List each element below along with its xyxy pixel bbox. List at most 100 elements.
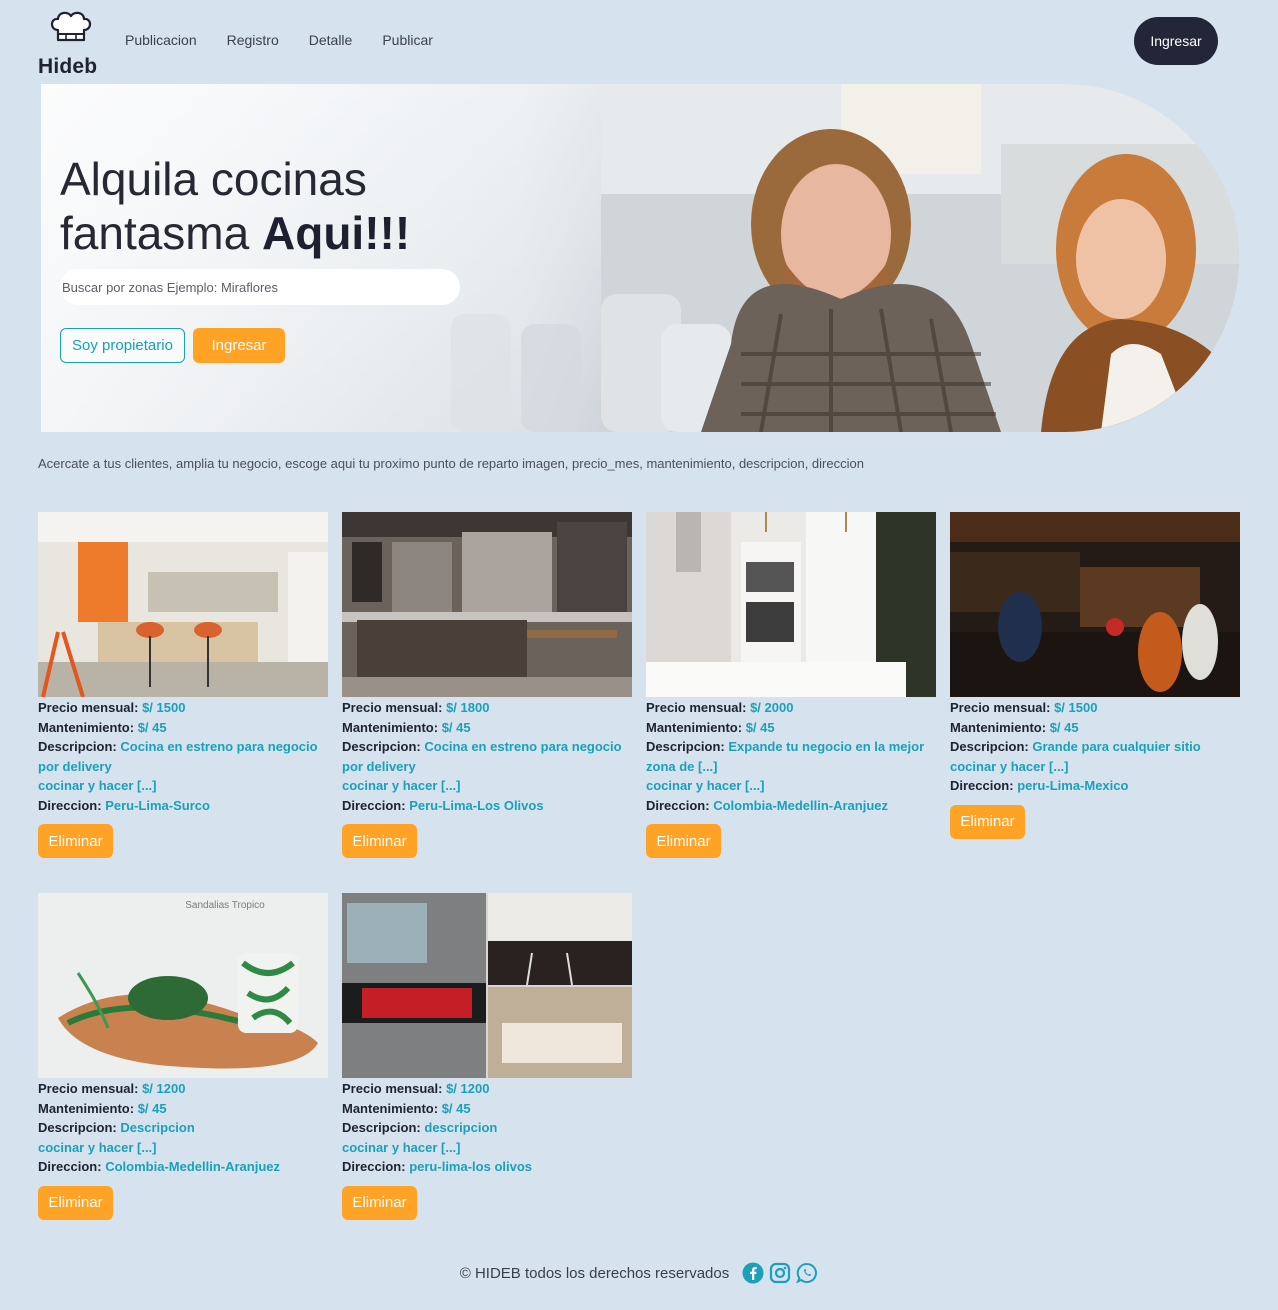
description-more: cocinar y hacer [...]	[950, 758, 1069, 774]
instagram-icon[interactable]	[769, 1262, 791, 1284]
description-more: cocinar y hacer [...]	[646, 778, 765, 793]
address-label: Direccion:	[342, 797, 406, 813]
delete-button[interactable]: Eliminar	[38, 824, 113, 858]
address-value: peru-Lima-Mexico	[1017, 778, 1129, 793]
maintenance-label: Mantenimiento:	[342, 1100, 439, 1116]
maintenance-label: Mantenimiento:	[950, 719, 1047, 735]
listing-card: Sandalias Tropico Precio mensual: $/ 120…	[38, 893, 328, 1220]
social-links	[737, 1262, 818, 1284]
delete-button[interactable]: Eliminar	[646, 824, 721, 858]
description-label: Descripcion:	[38, 739, 117, 754]
brand-name: Hideb	[38, 55, 98, 78]
price-label: Precio mensual:	[342, 1081, 443, 1096]
hero-banner: Alquila cocinas fantasma Aqui!!! Soy pro…	[41, 84, 1239, 432]
maintenance-value: $/ 45	[745, 719, 775, 735]
address-label: Direccion:	[38, 797, 102, 813]
navbar: Hideb Publicacion Registro Detalle Publi…	[0, 0, 1278, 80]
brand-logo[interactable]: Hideb	[38, 10, 108, 78]
hero-login-button[interactable]: Ingresar	[193, 328, 285, 363]
maintenance-label: Mantenimiento:	[38, 719, 135, 735]
description-value: Grande para cualquier sitio	[1032, 739, 1201, 754]
image-caption: Sandalias Tropico	[185, 900, 265, 911]
description-label: Descripcion:	[38, 1120, 117, 1135]
description-more: cocinar y hacer [...]	[38, 778, 157, 793]
listing-image[interactable]	[342, 893, 632, 1078]
footer: © HIDEB todos los derechos reservados	[0, 1262, 1278, 1284]
copyright-text: © HIDEB todos los derechos reservados	[459, 1264, 730, 1282]
maintenance-value: $/ 45	[441, 1100, 471, 1116]
description-label: Descripcion:	[342, 1120, 421, 1135]
price-label: Precio mensual:	[38, 700, 139, 715]
chef-hat-icon	[50, 11, 92, 42]
hero-title-line1: Alquila cocinas	[60, 153, 367, 205]
listing-image[interactable]	[38, 512, 328, 697]
listing-card: Precio mensual: $/ 1800 Mantenimiento: $…	[342, 512, 632, 858]
address-label: Direccion:	[38, 1159, 102, 1174]
price-value: $/ 1200	[446, 1081, 490, 1096]
listing-info: Precio mensual: $/ 2000 Mantenimiento: $…	[646, 698, 936, 815]
description-label: Descripcion:	[342, 739, 421, 754]
price-label: Precio mensual:	[342, 700, 443, 715]
address-value: Peru-Lima-Los Olivos	[409, 797, 544, 813]
description-label: Descripcion:	[646, 739, 725, 754]
listing-image[interactable]	[646, 512, 936, 697]
maintenance-label: Mantenimiento:	[646, 719, 743, 735]
price-value: $/ 1500	[1054, 700, 1098, 715]
delete-button[interactable]: Eliminar	[950, 804, 1025, 839]
listing-info: Precio mensual: $/ 1200 Mantenimiento: $…	[38, 1079, 328, 1177]
listing-image[interactable]	[342, 512, 632, 697]
nav-link-registro[interactable]: Registro	[227, 32, 279, 48]
listing-image[interactable]	[950, 512, 1240, 697]
delete-button[interactable]: Eliminar	[342, 1185, 417, 1220]
address-value: Peru-Lima-Surco	[105, 797, 210, 813]
listing-info: Precio mensual: $/ 1500 Mantenimiento: $…	[38, 698, 328, 815]
listing-info: Precio mensual: $/ 1200 Mantenimiento: $…	[342, 1079, 632, 1177]
intro-text: Acercate a tus clientes, amplia tu negoc…	[38, 456, 864, 471]
facebook-icon[interactable]	[742, 1262, 764, 1284]
maintenance-value: $/ 45	[441, 719, 471, 735]
nav-link-detalle[interactable]: Detalle	[309, 32, 353, 48]
hero-title-line2: fantasma	[60, 207, 250, 259]
owner-button[interactable]: Soy propietario	[60, 328, 185, 363]
nav-link-publicacion[interactable]: Publicacion	[125, 32, 197, 48]
price-value: $/ 2000	[750, 700, 794, 715]
delete-button[interactable]: Eliminar	[38, 1185, 113, 1220]
address-label: Direccion:	[646, 797, 710, 813]
address-label: Direccion:	[342, 1159, 406, 1174]
address-value: peru-lima-los olivos	[409, 1159, 533, 1174]
price-label: Precio mensual:	[646, 700, 747, 715]
listing-image[interactable]: Sandalias Tropico	[38, 893, 328, 1078]
listing-info: Precio mensual: $/ 1800 Mantenimiento: $…	[342, 698, 632, 815]
listing-card: Precio mensual: $/ 1200 Mantenimiento: $…	[342, 893, 632, 1220]
price-label: Precio mensual:	[950, 700, 1051, 715]
description-more: cocinar y hacer [...]	[342, 1139, 461, 1155]
nav-links: Publicacion Registro Detalle Publicar	[125, 32, 463, 48]
price-label: Precio mensual:	[38, 1081, 139, 1096]
maintenance-value: $/ 45	[1049, 719, 1079, 735]
whatsapp-icon[interactable]	[796, 1262, 818, 1284]
maintenance-label: Mantenimiento:	[342, 719, 439, 735]
address-value: Colombia-Medellin-Aranjuez	[713, 797, 888, 813]
price-value: $/ 1200	[142, 1081, 186, 1096]
listing-card: Precio mensual: $/ 2000 Mantenimiento: $…	[646, 512, 936, 858]
hero-title: Alquila cocinas fantasma Aqui!!!	[60, 152, 410, 260]
price-value: $/ 1500	[142, 700, 186, 715]
description-more: cocinar y hacer [...]	[38, 1139, 157, 1155]
address-value: Colombia-Medellin-Aranjuez	[105, 1159, 280, 1174]
nav-login-button[interactable]: Ingresar	[1134, 17, 1218, 65]
description-value: Descripcion	[120, 1120, 195, 1135]
listing-info: Precio mensual: $/ 1500 Mantenimiento: $…	[950, 698, 1240, 796]
nav-link-publicar[interactable]: Publicar	[382, 32, 433, 48]
hero-title-bold: Aqui!!!	[262, 207, 411, 259]
description-label: Descripcion:	[950, 739, 1029, 754]
listing-card: Precio mensual: $/ 1500 Mantenimiento: $…	[950, 512, 1240, 839]
listing-card: Precio mensual: $/ 1500 Mantenimiento: $…	[38, 512, 328, 858]
address-label: Direccion:	[950, 778, 1014, 793]
description-more: cocinar y hacer [...]	[342, 778, 461, 793]
delete-button[interactable]: Eliminar	[342, 824, 417, 858]
maintenance-value: $/ 45	[137, 719, 167, 735]
zone-search-input[interactable]	[60, 269, 460, 305]
maintenance-label: Mantenimiento:	[38, 1100, 135, 1116]
description-value: descripcion	[424, 1120, 498, 1135]
maintenance-value: $/ 45	[137, 1100, 167, 1116]
